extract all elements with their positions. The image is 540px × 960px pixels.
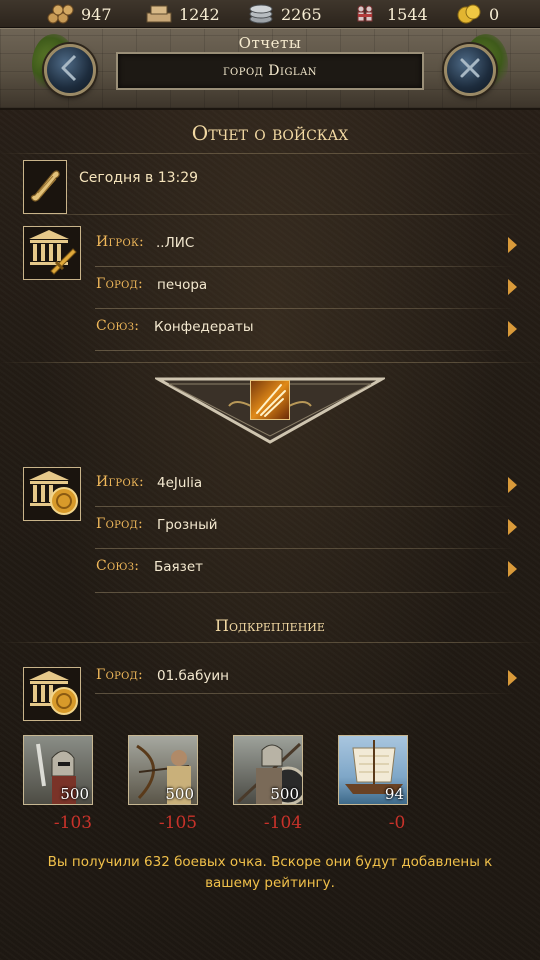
temple-sword-icon bbox=[25, 227, 79, 279]
alliance-label: Союз: bbox=[96, 318, 140, 334]
stone-icon bbox=[144, 3, 174, 25]
resource-iron-value: 2265 bbox=[281, 4, 322, 24]
attacker-player-value: ..ЛИС bbox=[156, 235, 195, 251]
unit-count: 500 bbox=[165, 785, 194, 803]
unit-loss: -0 bbox=[388, 813, 406, 833]
battle-points-message: Вы получили 632 боевых очка. Вскоре они … bbox=[47, 854, 493, 891]
chevron-right-icon bbox=[508, 237, 517, 253]
reinforcement-title: Подкрепление bbox=[215, 616, 325, 635]
resource-stone[interactable]: 1242 bbox=[144, 0, 220, 28]
chevron-right-icon bbox=[508, 561, 517, 577]
page-subtitle: город Diglan bbox=[222, 63, 318, 79]
close-icon bbox=[457, 55, 483, 85]
player-label: Игрок: bbox=[96, 234, 145, 250]
resource-population[interactable]: 1544 bbox=[352, 0, 428, 28]
city-label: Город: bbox=[96, 516, 144, 532]
unit-loss: -103 bbox=[53, 813, 93, 833]
population-icon bbox=[352, 3, 382, 25]
chevron-right-icon bbox=[508, 279, 517, 295]
city-label: Город: bbox=[96, 276, 144, 292]
defender-icon-box bbox=[23, 467, 81, 521]
unit-card-swordsman[interactable]: 500 bbox=[23, 735, 93, 805]
unit-count: 500 bbox=[60, 785, 89, 803]
page-title: Отчеты bbox=[238, 34, 302, 52]
defender-alliance-row[interactable]: Союз: Баязет bbox=[95, 548, 520, 590]
resource-gold-value: 0 bbox=[489, 4, 500, 24]
attacker-icon-box bbox=[23, 226, 81, 280]
attacker-player-row[interactable]: Игрок: ..ЛИС bbox=[95, 224, 520, 266]
back-button[interactable] bbox=[44, 44, 96, 96]
attacker-alliance-row[interactable]: Союз: Конфедераты bbox=[95, 308, 520, 350]
defender-city-row[interactable]: Город: Грозный bbox=[95, 506, 520, 548]
unit-card-hoplite[interactable]: 500 bbox=[233, 735, 303, 805]
divider bbox=[95, 350, 515, 351]
defender-player-value: 4eJulia bbox=[157, 475, 203, 491]
chevron-right-icon bbox=[508, 670, 517, 686]
divider bbox=[95, 693, 515, 694]
scroll-icon-box bbox=[23, 160, 67, 214]
divider bbox=[95, 592, 515, 593]
temple-shield-icon bbox=[25, 468, 79, 520]
divider bbox=[0, 362, 540, 363]
unit-loss: -104 bbox=[263, 813, 303, 833]
back-arrow-icon bbox=[57, 53, 83, 87]
defender-city-value: Грозный bbox=[157, 517, 218, 533]
resource-iron[interactable]: 2265 bbox=[246, 0, 322, 28]
iron-icon bbox=[246, 3, 276, 25]
divider bbox=[20, 214, 520, 215]
chevron-right-icon bbox=[508, 519, 517, 535]
reinforcement-icon-box bbox=[23, 667, 81, 721]
chevron-right-icon bbox=[508, 477, 517, 493]
divider bbox=[0, 642, 540, 643]
resource-wood[interactable]: 947 bbox=[46, 0, 112, 28]
report-time: Сегодня в 13:29 bbox=[79, 170, 199, 186]
defender-player-row[interactable]: Игрок: 4eJulia bbox=[95, 464, 520, 506]
battle-icon bbox=[250, 380, 290, 420]
resource-population-value: 1544 bbox=[387, 4, 428, 24]
resource-bar: 947 1242 2265 1544 0 bbox=[0, 0, 540, 28]
chevron-right-icon bbox=[508, 321, 517, 337]
reinforcement-city-value: 01.бабуин bbox=[157, 668, 229, 684]
unit-count: 500 bbox=[270, 785, 299, 803]
attacker-alliance-value: Конфедераты bbox=[154, 319, 254, 335]
close-button[interactable] bbox=[444, 44, 496, 96]
unit-count: 94 bbox=[384, 785, 404, 803]
scroll-icon bbox=[27, 165, 63, 209]
wood-icon bbox=[46, 3, 76, 25]
divider bbox=[0, 153, 540, 154]
resource-stone-value: 1242 bbox=[179, 4, 220, 24]
city-label: Город: bbox=[96, 667, 144, 683]
resource-gold[interactable]: 0 bbox=[454, 0, 499, 28]
temple-shield-icon bbox=[25, 668, 79, 720]
report-title: Отчет о войсках bbox=[191, 121, 349, 145]
resource-wood-value: 947 bbox=[81, 4, 112, 24]
player-label: Игрок: bbox=[96, 474, 145, 490]
alliance-label: Союз: bbox=[96, 558, 140, 574]
unit-card-ship[interactable]: 94 bbox=[338, 735, 408, 805]
unit-loss: -105 bbox=[158, 813, 198, 833]
gold-icon bbox=[454, 3, 484, 25]
unit-card-archer[interactable]: 500 bbox=[128, 735, 198, 805]
attacker-city-row[interactable]: Город: печора bbox=[95, 266, 520, 308]
defender-alliance-value: Баязет bbox=[154, 559, 204, 575]
attacker-city-value: печора bbox=[157, 277, 208, 293]
